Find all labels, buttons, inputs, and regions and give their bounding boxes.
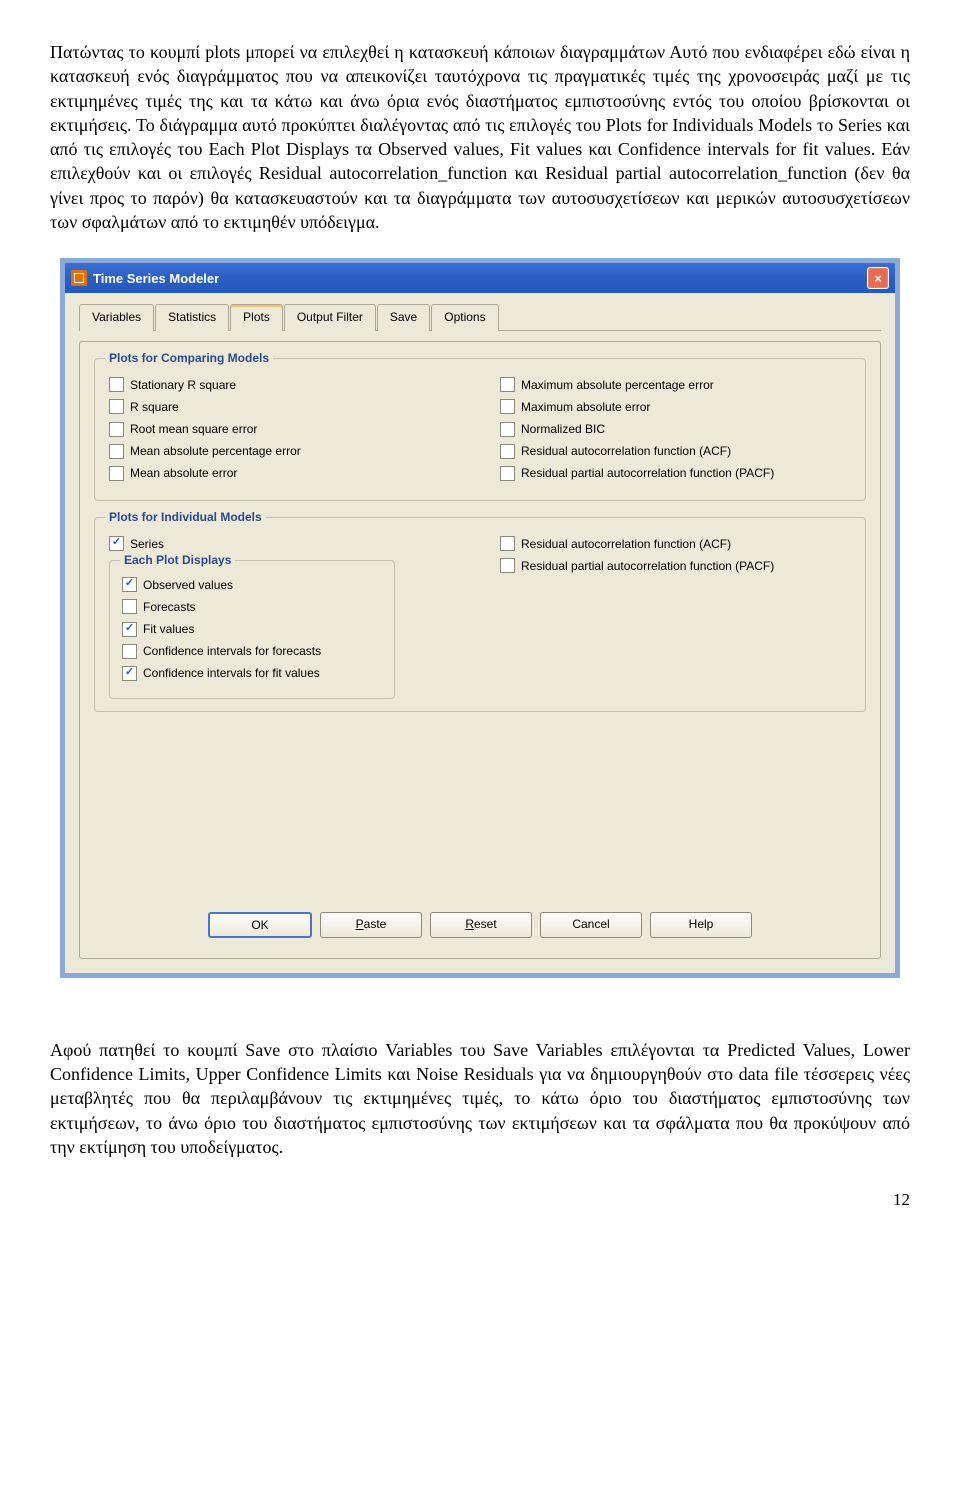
tab-output-filter[interactable]: Output Filter [284, 304, 376, 330]
group-each-plot-displays: Each Plot Displays Observed values Forec… [109, 560, 395, 699]
tabs-bar: Variables Statistics Plots Output Filter… [79, 303, 881, 330]
dialog-title-icon [71, 270, 87, 286]
lbl-cmp-pacf: Residual partial autocorrelation functio… [521, 465, 774, 481]
reset-button[interactable]: Reset [430, 912, 532, 938]
subgroup-title: Each Plot Displays [120, 552, 235, 568]
chk-r-square[interactable] [109, 399, 124, 414]
group-individual-models: Plots for Individual Models Series Each … [94, 517, 866, 712]
lbl-ind-pacf: Residual partial autocorrelation functio… [521, 558, 774, 574]
lbl-ind-acf: Residual autocorrelation function (ACF) [521, 536, 731, 552]
tab-statistics[interactable]: Statistics [155, 304, 229, 330]
page-number: 12 [50, 1189, 910, 1212]
lbl-stationary-r: Stationary R square [130, 377, 236, 393]
chk-max-ae[interactable] [500, 399, 515, 414]
help-button[interactable]: Help [650, 912, 752, 938]
chk-max-ape[interactable] [500, 377, 515, 392]
lbl-forecasts: Forecasts [143, 599, 196, 615]
dialog-title: Time Series Modeler [93, 270, 219, 288]
lbl-ci-forecast: Confidence intervals for forecasts [143, 643, 321, 659]
chk-ci-fit[interactable] [122, 666, 137, 681]
tab-options[interactable]: Options [431, 304, 498, 330]
time-series-modeler-dialog: Time Series Modeler × Variables Statisti… [60, 258, 900, 977]
close-button[interactable]: × [867, 267, 889, 289]
lbl-nbic: Normalized BIC [521, 421, 605, 437]
chk-mae[interactable] [109, 466, 124, 481]
lbl-mae: Mean absolute error [130, 465, 237, 481]
lbl-series: Series [130, 536, 164, 552]
lbl-mape: Mean absolute percentage error [130, 443, 301, 459]
chk-fit[interactable] [122, 622, 137, 637]
tab-save[interactable]: Save [377, 304, 430, 330]
chk-observed[interactable] [122, 577, 137, 592]
chk-series[interactable] [109, 536, 124, 551]
chk-forecasts[interactable] [122, 599, 137, 614]
screenshot-dialog-container: Time Series Modeler × Variables Statisti… [60, 258, 900, 977]
chk-cmp-acf[interactable] [500, 444, 515, 459]
dialog-button-row: OK Paste Reset Cancel Help [90, 912, 870, 944]
chk-stationary-r[interactable] [109, 377, 124, 392]
tab-variables[interactable]: Variables [79, 304, 154, 330]
paragraph-2: Αφού πατηθεί το κουμπί Save στο πλαίσιο … [50, 1038, 910, 1159]
chk-rmse[interactable] [109, 422, 124, 437]
lbl-max-ape: Maximum absolute percentage error [521, 377, 714, 393]
cancel-button[interactable]: Cancel [540, 912, 642, 938]
chk-ci-forecast[interactable] [122, 644, 137, 659]
chk-nbic[interactable] [500, 422, 515, 437]
group-comparing-models: Plots for Comparing Models Stationary R … [94, 358, 866, 501]
lbl-cmp-acf: Residual autocorrelation function (ACF) [521, 443, 731, 459]
lbl-observed: Observed values [143, 577, 233, 593]
paragraph-1: Πατώντας το κουμπί plots μπορεί να επιλε… [50, 40, 910, 234]
ok-button[interactable]: OK [208, 912, 312, 938]
lbl-rmse: Root mean square error [130, 421, 257, 437]
chk-cmp-pacf[interactable] [500, 466, 515, 481]
lbl-max-ae: Maximum absolute error [521, 399, 650, 415]
paste-button[interactable]: Paste [320, 912, 422, 938]
close-icon: × [874, 270, 882, 288]
tab-panel-plots: Plots for Comparing Models Stationary R … [79, 341, 881, 959]
chk-mape[interactable] [109, 444, 124, 459]
group-title-individual: Plots for Individual Models [105, 509, 266, 525]
dialog-titlebar: Time Series Modeler × [65, 263, 895, 293]
group-title-comparing: Plots for Comparing Models [105, 350, 273, 366]
chk-ind-pacf[interactable] [500, 558, 515, 573]
lbl-ci-fit: Confidence intervals for fit values [143, 665, 320, 681]
chk-ind-acf[interactable] [500, 536, 515, 551]
lbl-fit: Fit values [143, 621, 194, 637]
lbl-r-square: R square [130, 399, 179, 415]
tab-plots[interactable]: Plots [230, 304, 283, 330]
